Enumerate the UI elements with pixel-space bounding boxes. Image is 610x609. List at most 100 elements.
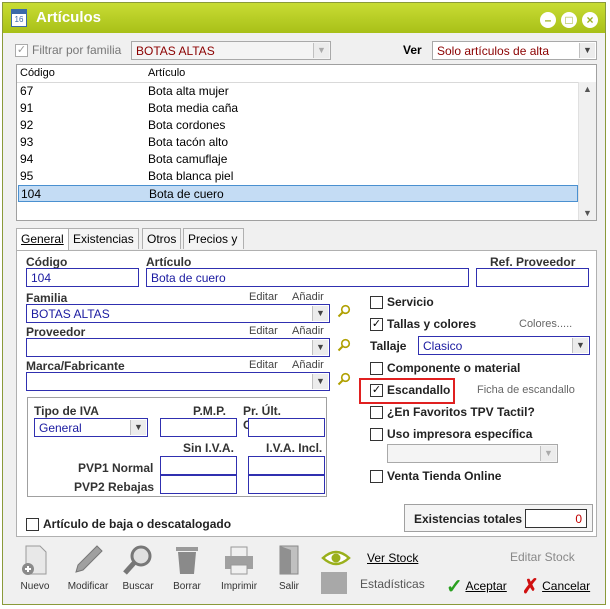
codigo-field[interactable]: 104 [26, 268, 139, 287]
pvp1-iva-incl-field[interactable] [248, 456, 325, 475]
table-row[interactable]: 93 Bota tacón alto [18, 134, 578, 151]
search-icon[interactable] [337, 372, 351, 386]
familia-editar-link[interactable]: Editar [249, 291, 278, 303]
table-row[interactable]: 92 Bota cordones [18, 117, 578, 134]
nuevo-button[interactable]: Nuevo [15, 543, 55, 592]
aceptar-button[interactable]: ✓ Aceptar [446, 574, 507, 599]
familia-anadir-link[interactable]: Añadir [292, 291, 324, 303]
componente-checkbox[interactable] [370, 362, 383, 375]
venta-online-checkbox[interactable] [370, 470, 383, 483]
marca-editar-link[interactable]: Editar [249, 359, 278, 371]
general-panel: Código 104 Artículo Bota de cuero Ref. P… [16, 250, 597, 537]
iva-incl-label: I.V.A. Incl. [266, 441, 323, 455]
list-header: Código Artículo [17, 65, 596, 83]
chevron-down-icon: ▼ [312, 306, 328, 321]
search-icon[interactable] [337, 304, 351, 318]
table-row[interactable]: 67 Bota alta mujer [18, 83, 578, 100]
buscar-button[interactable]: Buscar [118, 543, 158, 592]
marca-select[interactable]: ▼ [26, 372, 330, 391]
statistics-icon [321, 572, 347, 594]
eye-icon [321, 550, 351, 566]
marca-label: Marca/Fabricante [26, 359, 125, 373]
estadisticas-link[interactable]: Estadísticas [360, 577, 425, 591]
favoritos-label: ¿En Favoritos TPV Tactil? [387, 405, 535, 419]
list-scrollbar[interactable]: ▲ ▼ [578, 82, 596, 220]
servicio-checkbox[interactable] [370, 296, 383, 309]
ver-label: Ver [403, 43, 422, 57]
table-row[interactable]: 104 Bota de cuero [18, 185, 578, 202]
new-document-icon [18, 543, 52, 577]
tab-precios-ubicacion[interactable]: Precios y ubicación [183, 228, 244, 266]
articulo-label: Artículo [146, 255, 192, 269]
table-row[interactable]: 91 Bota media caña [18, 100, 578, 117]
cell-articulo: Bota alta mujer [148, 84, 229, 98]
articles-list[interactable]: Código Artículo 67 Bota alta mujer 91 Bota … [16, 64, 597, 221]
search-icon[interactable] [337, 338, 351, 352]
col-codigo-header[interactable]: Código [20, 67, 55, 79]
favoritos-checkbox[interactable] [370, 406, 383, 419]
tipo-iva-label: Tipo de IVA [34, 404, 99, 418]
borrar-button[interactable]: Borrar [167, 543, 207, 592]
tallas-colores-checkbox[interactable]: ✓ [370, 318, 383, 331]
col-articulo-header[interactable]: Artículo [148, 67, 185, 79]
tallaje-select[interactable]: Clasico ▼ [418, 336, 590, 355]
familia-filter-select[interactable]: BOTAS ALTAS ▼ [131, 41, 331, 60]
pvp1-sin-iva-field[interactable] [160, 456, 237, 475]
baja-label: Artículo de baja o descatalogado [43, 517, 232, 531]
pr-ult-compra-field[interactable] [248, 418, 325, 437]
tab-otros[interactable]: Otros [142, 228, 182, 249]
ver-select[interactable]: Solo artículos de alta ▼ [432, 41, 597, 60]
familia-select[interactable]: BOTAS ALTAS ▼ [26, 304, 330, 323]
cell-articulo: Bota cordones [148, 118, 226, 132]
tab-existencias[interactable]: Existencias [68, 228, 139, 249]
title-bar[interactable]: 16 Artículos – □ × [3, 3, 605, 33]
ref-proveedor-label: Ref. Proveedor [490, 255, 576, 269]
tallaje-label: Tallaje [370, 339, 407, 353]
salir-button[interactable]: Salir [271, 543, 307, 592]
proveedor-select[interactable]: ▼ [26, 338, 330, 357]
proveedor-anadir-link[interactable]: Añadir [292, 325, 324, 337]
modificar-button[interactable]: Modificar [63, 543, 113, 592]
impresora-select[interactable]: ▼ [387, 444, 558, 463]
maximize-button[interactable]: □ [561, 12, 577, 28]
cell-codigo: 104 [21, 187, 42, 201]
checkmark-icon: ✓ [446, 576, 463, 598]
pmp-label: P.M.P. [193, 404, 226, 418]
calendar-icon: 16 [11, 9, 27, 27]
cell-codigo: 95 [20, 169, 34, 183]
impresora-checkbox[interactable] [370, 428, 383, 441]
ver-stock-link[interactable]: Ver Stock [367, 551, 418, 565]
tipo-iva-select[interactable]: General ▼ [34, 418, 148, 437]
ficha-escandallo-link[interactable]: Ficha de escandallo [477, 384, 575, 396]
pmp-field[interactable] [160, 418, 237, 437]
cancelar-button[interactable]: ✗ Cancelar [522, 574, 590, 599]
marca-anadir-link[interactable]: Añadir [292, 359, 324, 371]
colores-link[interactable]: Colores..... [519, 318, 572, 330]
trash-icon [170, 543, 204, 577]
escandallo-highlight [359, 378, 455, 404]
printer-icon [222, 543, 256, 577]
proveedor-editar-link[interactable]: Editar [249, 325, 278, 337]
imprimir-button[interactable]: Imprimir [216, 543, 262, 592]
scroll-down-icon[interactable]: ▼ [583, 208, 592, 218]
filtrar-familia-checkbox[interactable]: ✓ [15, 44, 28, 57]
baja-checkbox[interactable] [26, 518, 39, 531]
editar-stock-link[interactable]: Editar Stock [510, 550, 575, 564]
cell-codigo: 91 [20, 101, 34, 115]
table-row[interactable]: 95 Bota blanca piel [18, 168, 578, 185]
articulo-field[interactable]: Bota de cuero [146, 268, 469, 287]
scroll-up-icon[interactable]: ▲ [583, 84, 592, 94]
tallas-colores-label: Tallas y colores [387, 317, 477, 331]
ref-proveedor-field[interactable] [476, 268, 589, 287]
cell-articulo: Bota blanca piel [148, 169, 234, 183]
filtrar-familia-label: Filtrar por familia [32, 43, 122, 57]
table-row[interactable]: 94 Bota camuflaje [18, 151, 578, 168]
cell-articulo: Bota camuflaje [148, 152, 228, 166]
tab-general[interactable]: General [16, 228, 69, 251]
exit-door-icon [272, 543, 306, 577]
pvp2-sin-iva-field[interactable] [160, 475, 237, 494]
window-title: Artículos [36, 9, 102, 26]
minimize-button[interactable]: – [540, 12, 556, 28]
pvp2-iva-incl-field[interactable] [248, 475, 325, 494]
close-button[interactable]: × [582, 12, 598, 28]
